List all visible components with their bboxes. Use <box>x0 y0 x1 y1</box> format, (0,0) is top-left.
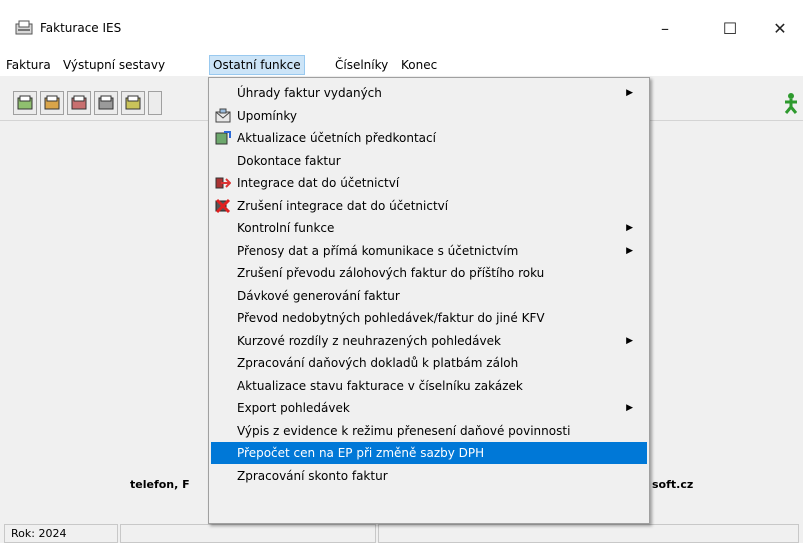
menu-item[interactable]: Přenosy dat a přímá komunikace s účetnic… <box>211 240 647 262</box>
menu-item[interactable]: Zrušení převodu zálohových faktur do pří… <box>211 262 647 284</box>
menu-item-label: Zrušení integrace dat do účetnictví <box>237 198 449 213</box>
menu-item-label: Úhrady faktur vydaných <box>237 86 382 100</box>
status-cell-3 <box>378 524 799 543</box>
submenu-arrow-icon: ▶ <box>626 245 633 256</box>
submenu-arrow-icon: ▶ <box>626 403 633 413</box>
refresh-icon <box>215 130 231 146</box>
menu-item-label: Aktualizace stavu fakturace v číselníku … <box>237 378 523 393</box>
menu-item[interactable]: Výpis z evidence k režimu přenesení daňo… <box>211 420 647 442</box>
footer-contact: telefon, F <box>130 478 190 491</box>
menu-item-label: Výpis z evidence k režimu přenesení daňo… <box>237 423 571 438</box>
menu-item-label: Převod nedobytných pohledávek/faktur do … <box>237 311 545 325</box>
close-button[interactable]: ✕ <box>757 14 803 44</box>
toolbar-partial-icon[interactable] <box>148 91 162 115</box>
footer-web: soft.cz <box>652 478 694 491</box>
menu-item-label: Kontrolní funkce <box>237 221 335 235</box>
status-bar: Rok: 2024 <box>0 521 803 543</box>
submenu-arrow-icon: ▶ <box>626 223 633 233</box>
submenu-arrow-icon: ▶ <box>626 88 633 98</box>
menu-item[interactable]: Zrušení integrace dat do účetnictví <box>211 195 647 217</box>
menu-item[interactable]: Kontrolní funkce ▶ <box>211 217 647 239</box>
menu-item-label: Integrace dat do účetnictví <box>237 176 400 190</box>
window-title: Fakturace IES <box>40 21 122 35</box>
menu-item[interactable]: Aktualizace účetních předkontací <box>211 127 647 149</box>
cancel-integrate-icon <box>215 198 231 214</box>
app-icon <box>15 20 33 36</box>
menu-item-label: Export pohledávek <box>237 401 350 415</box>
maximize-button[interactable]: ☐ <box>707 14 753 44</box>
toolbar-invoice-edit-icon[interactable] <box>67 91 91 115</box>
toolbar-invoice-print-icon[interactable] <box>121 91 145 115</box>
menu-item-label: Upomínky <box>237 108 297 123</box>
menu-bar: Faktura Výstupní sestavy Ostatní funkce … <box>0 52 803 76</box>
toolbar-invoice-copy-icon[interactable] <box>94 91 118 115</box>
integrate-icon <box>215 175 232 191</box>
toolbar-invoice-new-icon[interactable] <box>40 91 64 115</box>
menu-ciselniky[interactable]: Číselníky <box>332 56 391 74</box>
menu-vystupni-sestavy[interactable]: Výstupní sestavy <box>60 56 168 74</box>
menu-item[interactable]: Úhrady faktur vydaných ▶ <box>211 82 647 104</box>
menu-item[interactable]: Upomínky <box>211 105 647 127</box>
menu-item[interactable]: Dávkové generování faktur <box>211 285 647 307</box>
minimize-button[interactable]: – <box>642 14 688 44</box>
status-year: Rok: 2024 <box>4 524 118 543</box>
menu-item[interactable]: Export pohledávek ▶ <box>211 397 647 419</box>
toolbar-invoice-icon[interactable] <box>13 91 37 115</box>
menu-item-label: Zpracování skonto faktur <box>237 468 388 483</box>
menu-item-label: Přenosy dat a přímá komunikace s účetnic… <box>237 243 519 258</box>
menu-item[interactable]: Zpracování skonto faktur <box>211 465 647 487</box>
menu-item[interactable]: Zpracování daňových dokladů k platbám zá… <box>211 352 647 374</box>
menu-item-label: Zrušení převodu zálohových faktur do pří… <box>237 266 545 280</box>
menu-faktura[interactable]: Faktura <box>3 56 54 74</box>
menu-item[interactable]: Dokontace faktur <box>211 150 647 172</box>
status-cell-2 <box>120 524 376 543</box>
menu-item-label: Aktualizace účetních předkontací <box>237 131 436 145</box>
submenu-arrow-icon: ▶ <box>626 335 633 346</box>
ostatni-funkce-dropdown: Úhrady faktur vydaných ▶ Upomínky Aktualiza… <box>208 77 650 524</box>
menu-item[interactable]: Převod nedobytných pohledávek/faktur do … <box>211 307 647 329</box>
menu-konec[interactable]: Konec <box>398 56 440 74</box>
envelope-icon <box>215 108 231 124</box>
menu-item[interactable]: Kurzové rozdíly z neuhrazených pohledáve… <box>211 330 647 352</box>
menu-item-label: Dávkové generování faktur <box>237 288 400 303</box>
menu-item-label: Dokontace faktur <box>237 153 341 168</box>
menu-item-label: Zpracování daňových dokladů k platbám zá… <box>237 356 519 370</box>
menu-item[interactable]: Aktualizace stavu fakturace v číselníku … <box>211 375 647 397</box>
title-bar: Fakturace IES – ☐ ✕ <box>0 0 803 52</box>
menu-item-label: Kurzové rozdíly z neuhrazených pohledáve… <box>237 333 501 348</box>
run-icon[interactable] <box>780 91 802 115</box>
menu-item[interactable]: Integrace dat do účetnictví <box>211 172 647 194</box>
menu-ostatni-funkce[interactable]: Ostatní funkce <box>209 55 305 75</box>
menu-item[interactable]: Přepočet cen na EP při změně sazby DPH <box>211 442 647 464</box>
menu-item-label: Přepočet cen na EP při změně sazby DPH <box>237 446 485 460</box>
